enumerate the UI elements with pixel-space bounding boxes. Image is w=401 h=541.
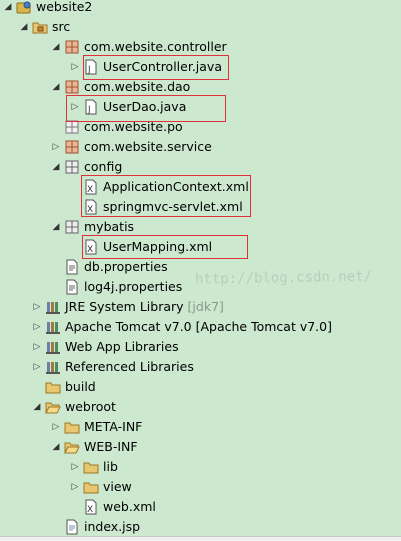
folder-icon [83,479,99,495]
chevron-right-icon[interactable]: ▷ [31,357,43,377]
library-icon [45,299,61,315]
xml-file-icon: X [83,499,99,515]
tree-item-label: src [52,19,71,34]
tree-item-label: view [103,479,132,494]
highlight-box-usermapping [82,235,248,259]
resource-package-icon [64,159,80,175]
chevron-right-icon[interactable]: ▷ [31,297,43,317]
chevron-down-icon[interactable]: ◢ [50,37,62,57]
tree-item-build[interactable]: build [31,377,96,397]
project-explorer-tree: ◢ website2 ◢ src ◢ com.website.controlle… [0,0,401,541]
highlight-box-config-files [81,175,251,217]
tree-item-jre-system-library[interactable]: ▷ JRE System Library [jdk7] [31,297,224,317]
tree-item-label: com.website.dao [84,79,191,94]
chevron-down-icon[interactable]: ◢ [50,437,62,457]
chevron-right-icon[interactable]: ▷ [69,457,81,477]
panel-bottom-edge [0,536,401,541]
chevron-right-icon[interactable]: ▷ [50,137,62,157]
tree-item-label: log4j.properties [84,279,183,294]
chevron-down-icon[interactable]: ◢ [18,17,30,37]
resource-package-icon [64,219,80,235]
properties-file-icon [64,259,80,275]
tree-item-label: db.properties [84,259,168,274]
tree-item-log4j-properties[interactable]: log4j.properties [50,277,182,297]
chevron-down-icon[interactable]: ◢ [50,217,62,237]
tree-item-web-inf[interactable]: ◢ WEB-INF [50,437,138,457]
chevron-right-icon[interactable]: ▷ [69,57,81,77]
chevron-right-icon[interactable]: ▷ [50,417,62,437]
tree-item-pkg-service[interactable]: ▷ com.website.service [50,137,212,157]
tree-item-db-properties[interactable]: db.properties [50,257,168,277]
svg-text:X: X [87,505,93,515]
tree-item-config[interactable]: ◢ config [50,157,123,177]
tree-item-label: index.jsp [84,519,141,534]
tree-item-web-app-libraries[interactable]: ▷ Web App Libraries [31,337,179,357]
tree-item-label: Apache Tomcat v7.0 [Apache Tomcat v7.0] [65,319,332,334]
tree-item-mybatis[interactable]: ◢ mybatis [50,217,135,237]
tree-item-label: com.website.controller [84,39,227,54]
open-folder-icon [64,439,80,455]
project-icon [16,0,32,15]
tree-item-webroot[interactable]: ◢ webroot [31,397,116,417]
tree-item-referenced-libraries[interactable]: ▷ Referenced Libraries [31,357,194,377]
package-icon [64,139,80,155]
tree-item-label: webroot [65,399,116,414]
chevron-down-icon[interactable]: ◢ [31,397,43,417]
folder-icon [64,419,80,435]
tree-item-website2[interactable]: ◢ website2 [2,0,93,17]
tree-item-label: website2 [36,0,93,14]
tree-item-label: Web App Libraries [65,339,179,354]
chevron-right-icon[interactable]: ▷ [31,337,43,357]
tree-item-web-xml[interactable]: X web.xml [69,497,156,517]
highlight-box-userdao [66,95,226,122]
highlight-box-usercontroller [83,55,229,80]
tree-item-label: Referenced Libraries [65,359,194,374]
tree-item-label: web.xml [103,499,156,514]
package-icon [64,79,80,95]
source-folder-icon [32,19,48,35]
tree-item-meta-inf[interactable]: ▷ META-INF [50,417,143,437]
library-icon [45,359,61,375]
tree-item-label: mybatis [84,219,135,234]
tree-item-label: config [84,159,123,174]
open-folder-icon [45,399,61,415]
tree-item-decoration: [jdk7] [187,299,224,314]
properties-file-icon [64,279,80,295]
chevron-down-icon[interactable]: ◢ [50,157,62,177]
library-icon [45,319,61,335]
folder-icon [83,459,99,475]
tree-item-src[interactable]: ◢ src [18,17,71,37]
watermark-text: http://blog.csdn.net/ [194,268,373,288]
tree-item-apache-tomcat[interactable]: ▷ Apache Tomcat v7.0 [Apache Tomcat v7.0… [31,317,332,337]
package-icon [64,39,80,55]
tree-item-pkg-controller[interactable]: ◢ com.website.controller [50,37,227,57]
chevron-right-icon[interactable]: ▷ [69,477,81,497]
tree-item-label: build [65,379,96,394]
tree-item-view[interactable]: ▷ view [69,477,132,497]
tree-item-index-jsp[interactable]: index.jsp [50,517,140,537]
tree-item-pkg-dao[interactable]: ◢ com.website.dao [50,77,191,97]
chevron-right-icon[interactable]: ▷ [31,317,43,337]
folder-icon [45,379,61,395]
tree-item-label: META-INF [84,419,143,434]
tree-item-label: lib [103,459,118,474]
chevron-down-icon[interactable]: ◢ [2,0,14,17]
tree-item-lib[interactable]: ▷ lib [69,457,118,477]
chevron-down-icon[interactable]: ◢ [50,77,62,97]
jsp-file-icon [64,519,80,535]
library-icon [45,339,61,355]
tree-item-label: JRE System Library [65,299,184,314]
tree-item-label: com.website.service [84,139,212,154]
tree-item-label: WEB-INF [84,439,138,454]
